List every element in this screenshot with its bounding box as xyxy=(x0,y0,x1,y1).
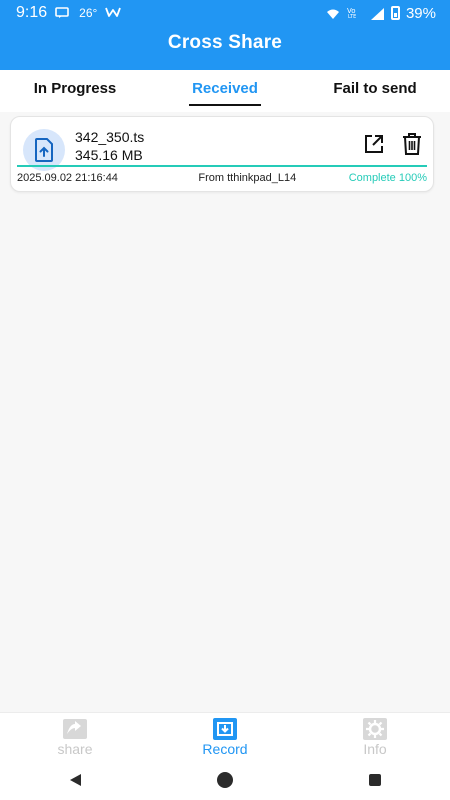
card-actions xyxy=(361,131,425,157)
tab-received[interactable]: Received xyxy=(150,70,300,112)
file-size: 345.16 MB xyxy=(75,147,143,163)
nav-record[interactable]: Record xyxy=(150,713,300,765)
back-icon[interactable] xyxy=(67,772,83,793)
w-icon xyxy=(105,5,122,22)
file-name: 342_350.ts xyxy=(75,129,145,145)
status-text: Complete 100% xyxy=(348,172,427,184)
received-file-card[interactable]: 342_350.ts 345.16 MB 2025.09.02 21:16:44… xyxy=(10,116,434,192)
nav-label: share xyxy=(57,741,93,757)
nav-share[interactable]: share xyxy=(0,713,150,765)
tab-fail-to-send[interactable]: Fail to send xyxy=(300,70,450,112)
status-temp: 26° xyxy=(79,6,98,20)
status-right: Vo LTE 39% xyxy=(325,5,436,22)
tab-label: In Progress xyxy=(33,80,117,97)
app-title: Cross Share xyxy=(167,32,283,53)
bottom-nav: share Record Info xyxy=(0,712,450,765)
message-icon xyxy=(55,5,71,22)
open-external-icon[interactable] xyxy=(361,131,387,157)
gear-icon xyxy=(362,717,388,741)
record-icon xyxy=(212,717,238,741)
wifi-icon xyxy=(325,7,341,19)
status-left: 9:16 26° xyxy=(16,4,122,22)
nav-label: Record xyxy=(202,741,248,757)
home-icon[interactable] xyxy=(216,771,234,794)
battery-icon xyxy=(390,6,400,20)
progress-bar xyxy=(17,165,427,167)
top-bar: 9:16 26° Vo LTE 39% Cross Share xyxy=(0,0,450,70)
status-time: 9:16 xyxy=(16,4,48,21)
battery-level: 39% xyxy=(405,4,436,22)
nav-label: Info xyxy=(363,741,387,757)
system-nav-bar xyxy=(0,764,450,800)
tab-label: Fail to send xyxy=(333,80,417,97)
received-datetime: 2025.09.02 21:16:44 xyxy=(17,172,118,184)
svg-text:LTE: LTE xyxy=(348,14,356,18)
volte-icon: Vo LTE xyxy=(347,5,365,22)
active-tab-indicator xyxy=(189,104,261,106)
status-bar: 9:16 26° Vo LTE 39% xyxy=(0,0,450,26)
tab-bar: In Progress Received Fail to send xyxy=(0,70,450,112)
recents-icon[interactable] xyxy=(367,772,383,793)
share-icon xyxy=(62,717,88,741)
tab-in-progress[interactable]: In Progress xyxy=(0,70,150,112)
card-meta: 2025.09.02 21:16:44 From tthinkpad_L14 C… xyxy=(17,169,427,187)
signal-icon xyxy=(370,7,385,20)
source-device: From tthinkpad_L14 xyxy=(198,172,297,184)
tab-label: Received xyxy=(192,80,258,97)
trash-icon[interactable] xyxy=(399,131,425,157)
nav-info[interactable]: Info xyxy=(300,713,450,765)
